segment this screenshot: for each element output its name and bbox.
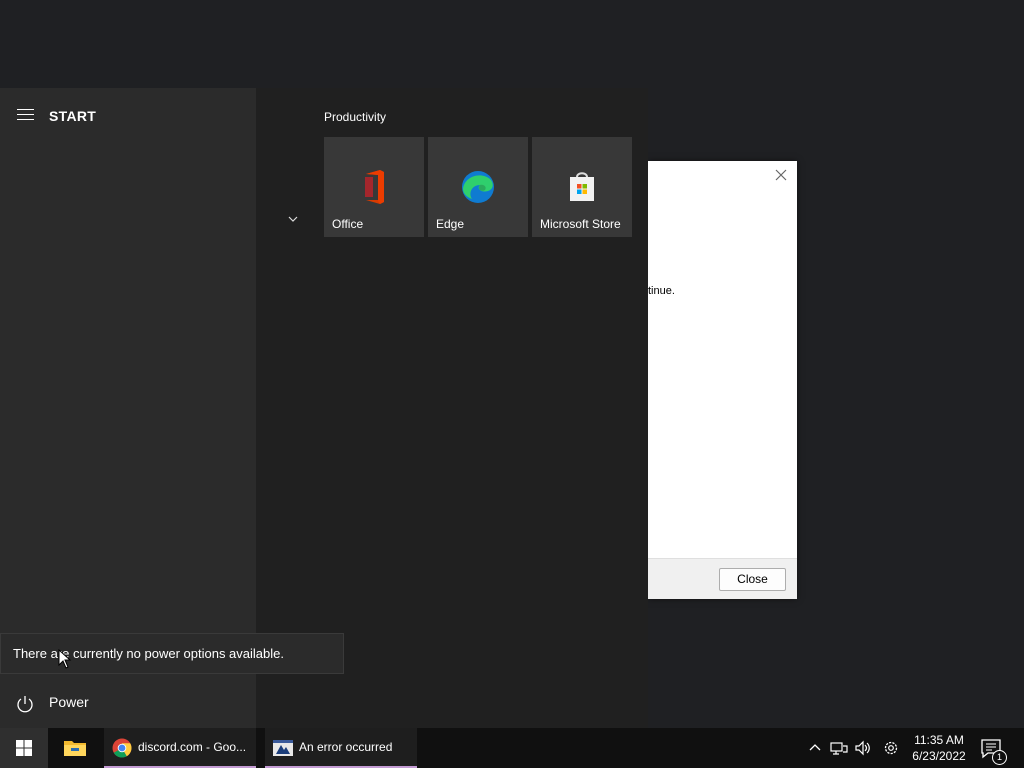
taskbar: discord.com - Goo... An error occurred 1…	[0, 728, 1024, 768]
power-label: Power	[49, 694, 89, 710]
close-button[interactable]: Close	[719, 568, 786, 591]
dialog-footer: Close	[648, 558, 797, 599]
store-icon	[570, 172, 594, 201]
taskbar-label: An error occurred	[299, 740, 393, 754]
taskbar-chrome[interactable]: discord.com - Goo...	[104, 728, 256, 768]
mouse-cursor-icon	[58, 649, 72, 669]
power-icon	[17, 696, 33, 713]
taskbar-error-window[interactable]: An error occurred	[265, 728, 417, 768]
close-icon[interactable]	[773, 167, 789, 183]
chevron-down-icon[interactable]	[287, 214, 299, 224]
start-menu: START Productivity Office Edge Microsoft…	[0, 88, 648, 728]
office-icon	[365, 170, 384, 204]
error-window-icon	[273, 740, 293, 756]
error-dialog: tinue. Close	[648, 161, 797, 599]
edge-icon	[462, 171, 494, 203]
network-icon[interactable]	[830, 739, 848, 757]
dialog-message: tinue.	[648, 285, 675, 297]
group-title[interactable]: Productivity	[324, 110, 386, 124]
taskbar-clock[interactable]: 11:35 AM 6/23/2022	[906, 732, 972, 764]
tile-office[interactable]: Office	[324, 137, 424, 237]
power-button[interactable]: Power	[0, 686, 256, 722]
windows-logo-icon	[16, 740, 32, 756]
start-button[interactable]	[0, 728, 48, 768]
hamburger-menu-icon[interactable]	[17, 109, 34, 123]
notification-badge: 1	[992, 750, 1007, 765]
chevron-up-icon[interactable]	[806, 739, 824, 757]
power-tooltip: There are currently no power options ava…	[0, 633, 344, 674]
taskbar-label: discord.com - Goo...	[138, 740, 247, 754]
volume-icon[interactable]	[854, 739, 872, 757]
file-explorer-icon	[64, 741, 86, 756]
tile-microsoft-store[interactable]: Microsoft Store	[532, 137, 632, 237]
chrome-icon	[112, 738, 132, 758]
tile-label: Edge	[436, 217, 465, 231]
clock-date: 6/23/2022	[912, 749, 966, 763]
start-title: START	[49, 108, 97, 124]
settings-gear-icon[interactable]	[882, 739, 900, 757]
tile-label: Microsoft Store	[540, 217, 621, 231]
start-rail: START	[0, 88, 256, 728]
tile-edge[interactable]: Edge	[428, 137, 528, 237]
taskbar-file-explorer[interactable]	[52, 728, 98, 768]
clock-time: 11:35 AM	[914, 733, 964, 747]
tile-label: Office	[332, 217, 364, 231]
